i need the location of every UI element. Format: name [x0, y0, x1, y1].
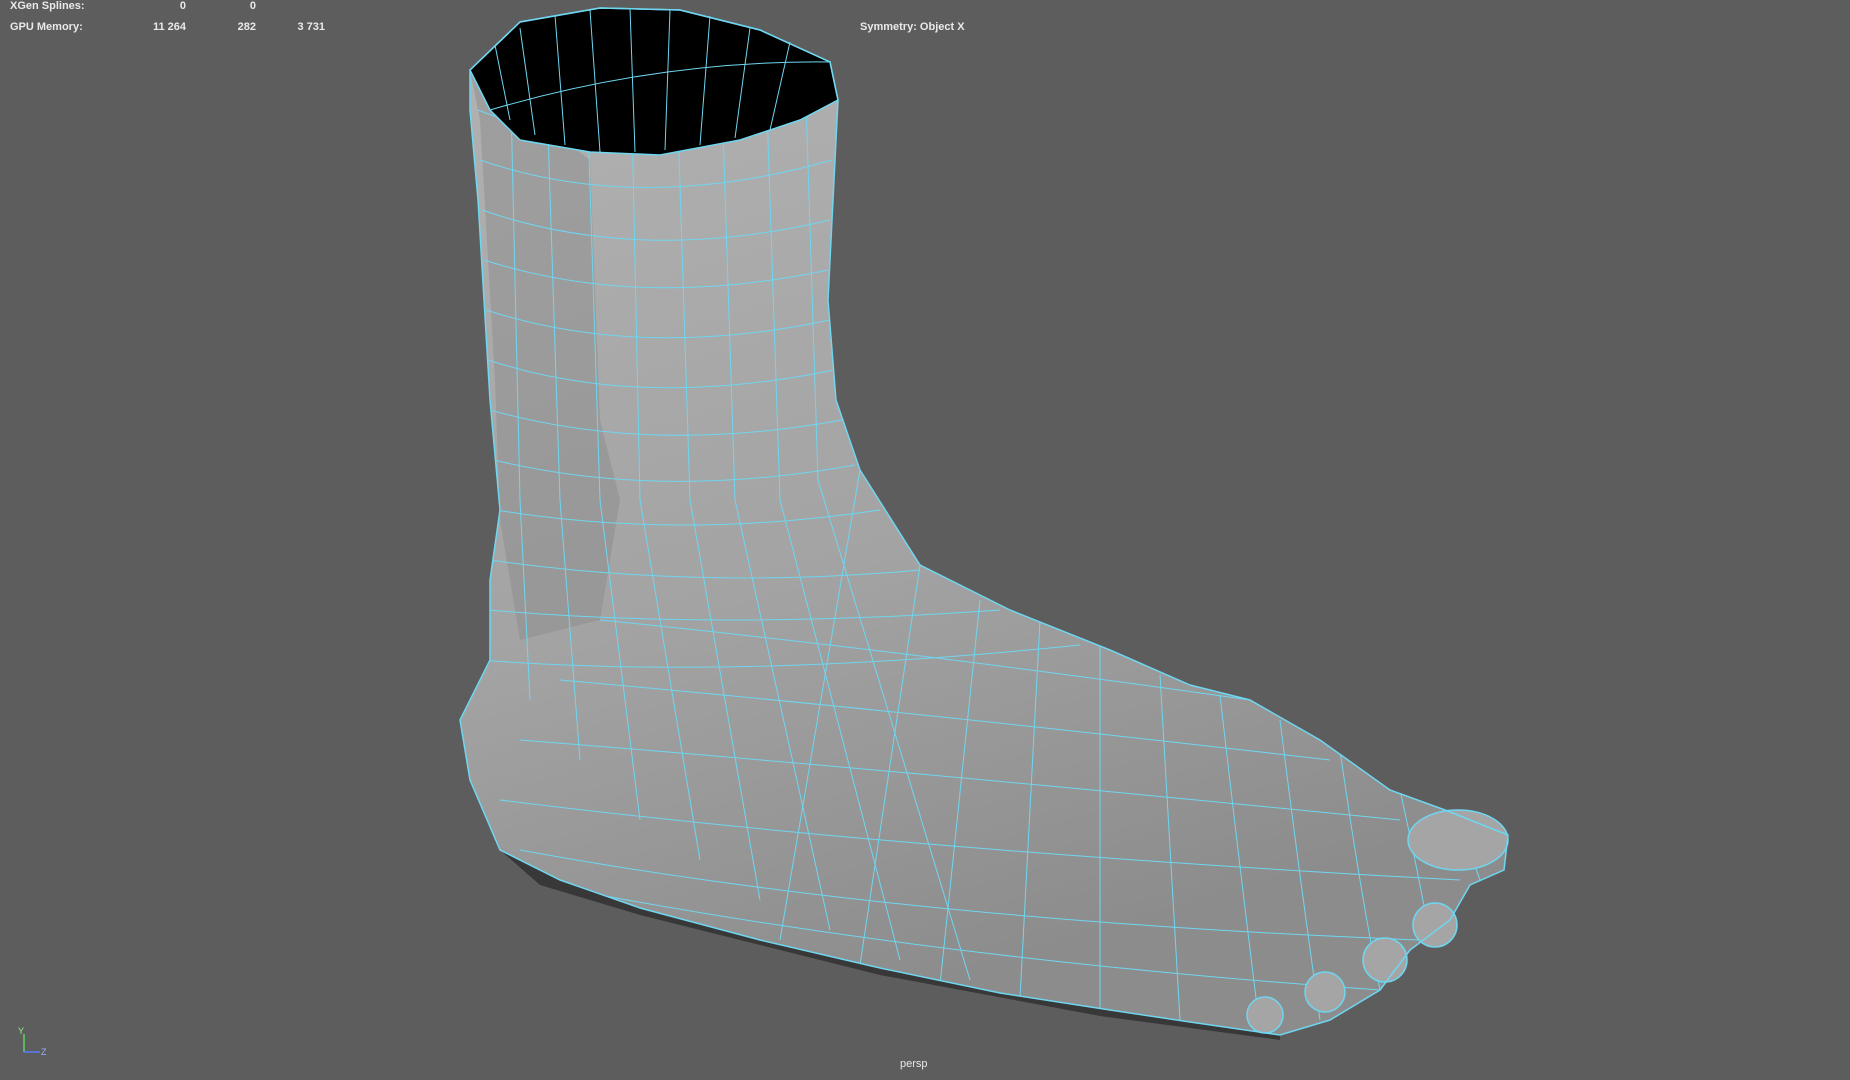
axis-z-label: Z — [41, 1047, 47, 1056]
axis-y-label: Y — [18, 1026, 24, 1036]
toe-2 — [1412, 902, 1458, 948]
axis-gizmo-icon: Y Z — [18, 1026, 47, 1056]
toe-4 — [1304, 971, 1346, 1013]
foot-surface — [460, 8, 1508, 1035]
camera-name: persp — [900, 1058, 928, 1070]
toe-5 — [1246, 996, 1284, 1034]
toe-3 — [1362, 937, 1408, 983]
big-toe — [1407, 809, 1509, 871]
foot-mesh[interactable] — [459, 7, 1509, 1040]
foot-mesh-viewport[interactable] — [0, 0, 1850, 1080]
maya-viewport-persp[interactable]: XGen Splines: 0 0 GPU Memory: 11 264 282… — [0, 0, 1850, 1080]
